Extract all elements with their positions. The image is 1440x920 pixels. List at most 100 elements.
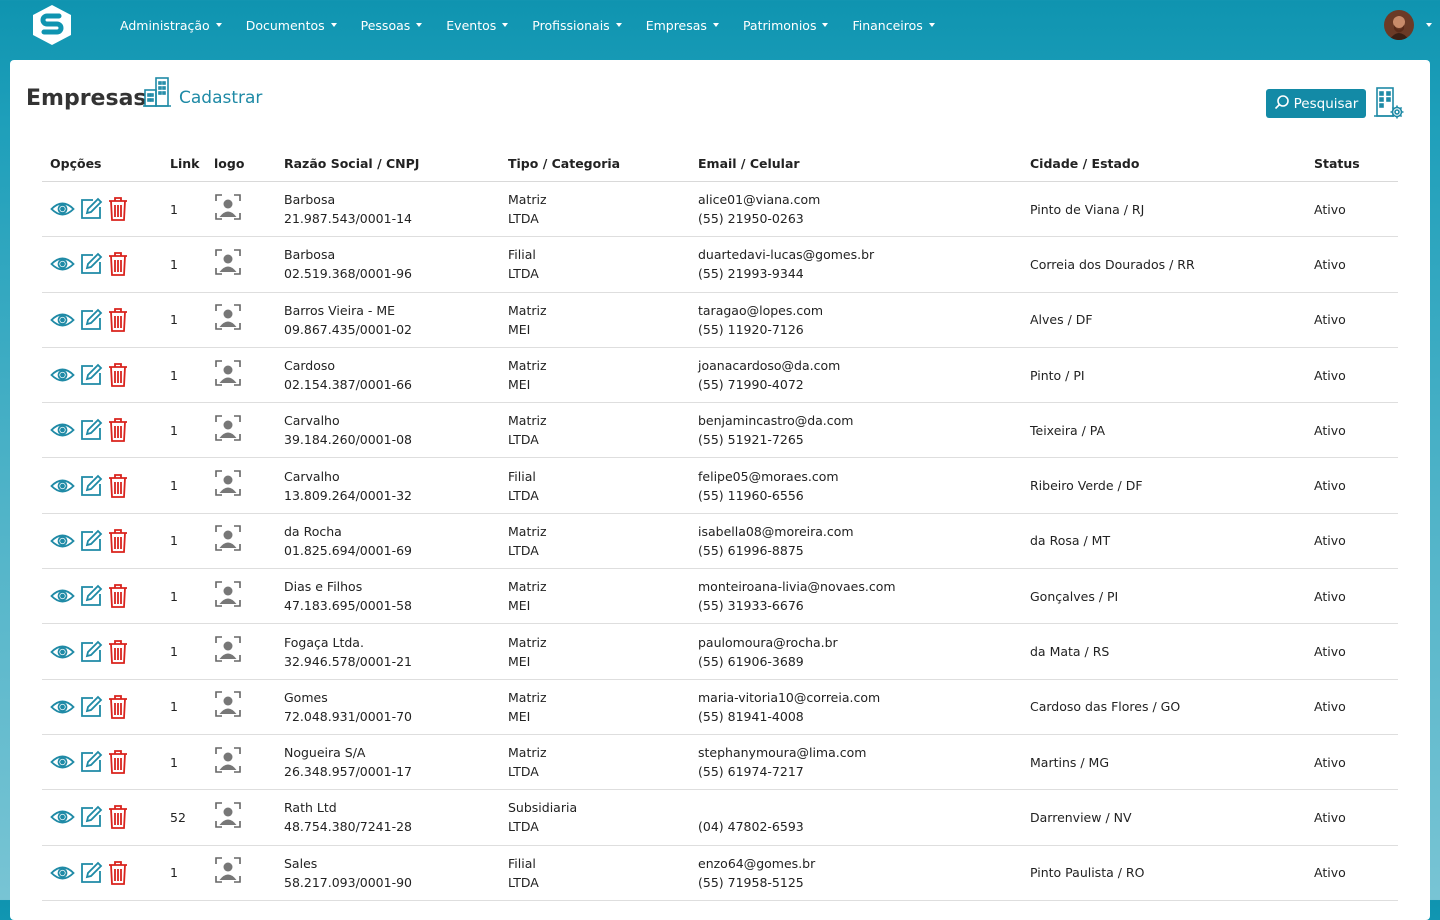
view-eye-icon[interactable] [50,863,75,883]
cell-email-celular: joanacardoso@da.com (55) 71990-4072 [690,347,1022,404]
user-avatar[interactable] [1384,10,1414,40]
edit-icon[interactable] [79,805,103,829]
view-eye-icon[interactable] [50,531,75,551]
cell-status: Ativo [1306,623,1398,680]
company-tipo: Filial [508,855,536,871]
edit-icon[interactable] [79,363,103,387]
column-header-logo[interactable]: logo [206,145,276,182]
cell-email-celular: felipe05@moraes.com (55) 11960-6556 [690,457,1022,514]
nav-item-patrimonios[interactable]: Patrimonios [731,18,841,33]
delete-trash-icon[interactable] [107,860,129,886]
chevron-down-icon [330,23,337,27]
edit-icon[interactable] [79,197,103,221]
company-name: Dias e Filhos [284,579,363,595]
column-header-tipo-categoria[interactable]: Tipo / Categoria [500,145,690,182]
edit-icon[interactable] [79,750,103,774]
view-eye-icon[interactable] [50,365,75,385]
delete-trash-icon[interactable] [107,307,129,333]
view-eye-icon[interactable] [50,310,75,330]
cell-link: 1 [162,292,206,348]
column-header-opcoes[interactable]: Opções [42,145,162,182]
column-header-status[interactable]: Status [1306,145,1398,182]
delete-trash-icon[interactable] [107,804,129,830]
table-row: 1 Barros Vieira - ME 09.867.435/0001-02 Mat… [42,292,1398,348]
view-eye-icon[interactable] [50,476,75,496]
company-phone: (55) 61996-8875 [698,542,804,558]
nav-item-documentos[interactable]: Documentos [234,18,349,33]
delete-trash-icon[interactable] [107,528,129,554]
delete-trash-icon[interactable] [107,473,129,499]
view-eye-icon[interactable] [50,752,75,772]
cell-tipo-categoria: Matriz MEI [500,568,690,625]
delete-trash-icon[interactable] [107,362,129,388]
cell-link: 1 [162,623,206,680]
table-row: 1 Carvalho 39.184.260/0001-08 Matriz LTDA ben… [42,402,1398,459]
delete-trash-icon[interactable] [107,251,129,277]
cell-status: Ativo [1306,734,1398,791]
view-eye-icon[interactable] [50,642,75,662]
nav-item-administracao[interactable]: Administração [108,18,234,33]
delete-trash-icon[interactable] [107,196,129,222]
edit-icon[interactable] [79,640,103,664]
cell-razao-social: Rath Ltd 48.754.380/7241-28 [276,789,500,846]
nav-item-profissionais[interactable]: Profissionais [520,18,633,33]
delete-trash-icon[interactable] [107,694,129,720]
nav-item-empresas[interactable]: Empresas [634,18,731,33]
cell-email-celular: stephanymoura@lima.com (55) 61974-7217 [690,734,1022,791]
cell-cidade-estado: da Mata / RS [1022,623,1306,680]
column-header-email-celular[interactable]: Email / Celular [690,145,1022,182]
cell-link: 1 [162,236,206,293]
logo-placeholder-icon [214,746,242,777]
cell-status: Ativo [1306,845,1398,901]
company-cnpj: 01.825.694/0001-69 [284,542,413,558]
edit-icon[interactable] [79,308,103,332]
column-header-link[interactable]: Link [162,145,206,182]
app-logo-icon[interactable] [30,4,74,46]
edit-icon[interactable] [79,418,103,442]
view-eye-icon[interactable] [50,254,75,274]
nav-item-pessoas[interactable]: Pessoas [349,18,435,33]
column-header-razao-social[interactable]: Razão Social / CNPJ [276,145,500,182]
delete-trash-icon[interactable] [107,417,129,443]
delete-trash-icon[interactable] [107,583,129,609]
search-button[interactable]: Pesquisar [1266,89,1366,118]
cell-cidade-estado: Gonçalves / PI [1022,568,1306,625]
cell-logo [206,623,276,680]
cadastrar-link[interactable]: Cadastrar [179,88,262,108]
view-eye-icon[interactable] [50,807,75,827]
cell-link: 1 [162,457,206,514]
nav-item-eventos[interactable]: Eventos [434,18,520,33]
delete-trash-icon[interactable] [107,639,129,665]
company-email: taragao@lopes.com [698,302,824,318]
cell-cidade-estado: Pinto de Viana / RJ [1022,181,1306,238]
building-settings-icon[interactable] [1374,86,1404,120]
view-eye-icon[interactable] [50,586,75,606]
view-eye-icon[interactable] [50,199,75,219]
cell-status: Ativo [1306,181,1398,238]
table-row: 1 Cardoso 02.154.387/0001-66 Matriz MEI joana… [42,347,1398,404]
edit-icon[interactable] [79,474,103,498]
cell-cidade-estado: da Rosa / MT [1022,513,1306,570]
logo-placeholder-icon [214,580,242,611]
edit-icon[interactable] [79,584,103,608]
edit-icon[interactable] [79,529,103,553]
company-name: Nogueira S/A [284,745,366,761]
edit-icon[interactable] [79,861,103,885]
view-eye-icon[interactable] [50,697,75,717]
cell-razao-social: Carvalho 39.184.260/0001-08 [276,402,500,459]
edit-icon[interactable] [79,252,103,276]
company-tipo: Matriz [508,358,547,374]
user-menu-chevron-down-icon[interactable] [1426,23,1432,27]
nav-item-financeiros[interactable]: Financeiros [840,18,946,33]
cell-logo [206,292,276,348]
chevron-down-icon [712,23,719,27]
table-row: 1 Barbosa 02.519.368/0001-96 Filial LTDA duar… [42,236,1398,293]
company-tipo: Matriz [508,192,547,208]
delete-trash-icon[interactable] [107,749,129,775]
cell-tipo-categoria: Matriz MEI [500,679,690,735]
column-header-cidade-estado[interactable]: Cidade / Estado [1022,145,1306,182]
edit-icon[interactable] [79,695,103,719]
view-eye-icon[interactable] [50,420,75,440]
logo-placeholder-icon [214,691,242,721]
row-options [42,292,162,348]
